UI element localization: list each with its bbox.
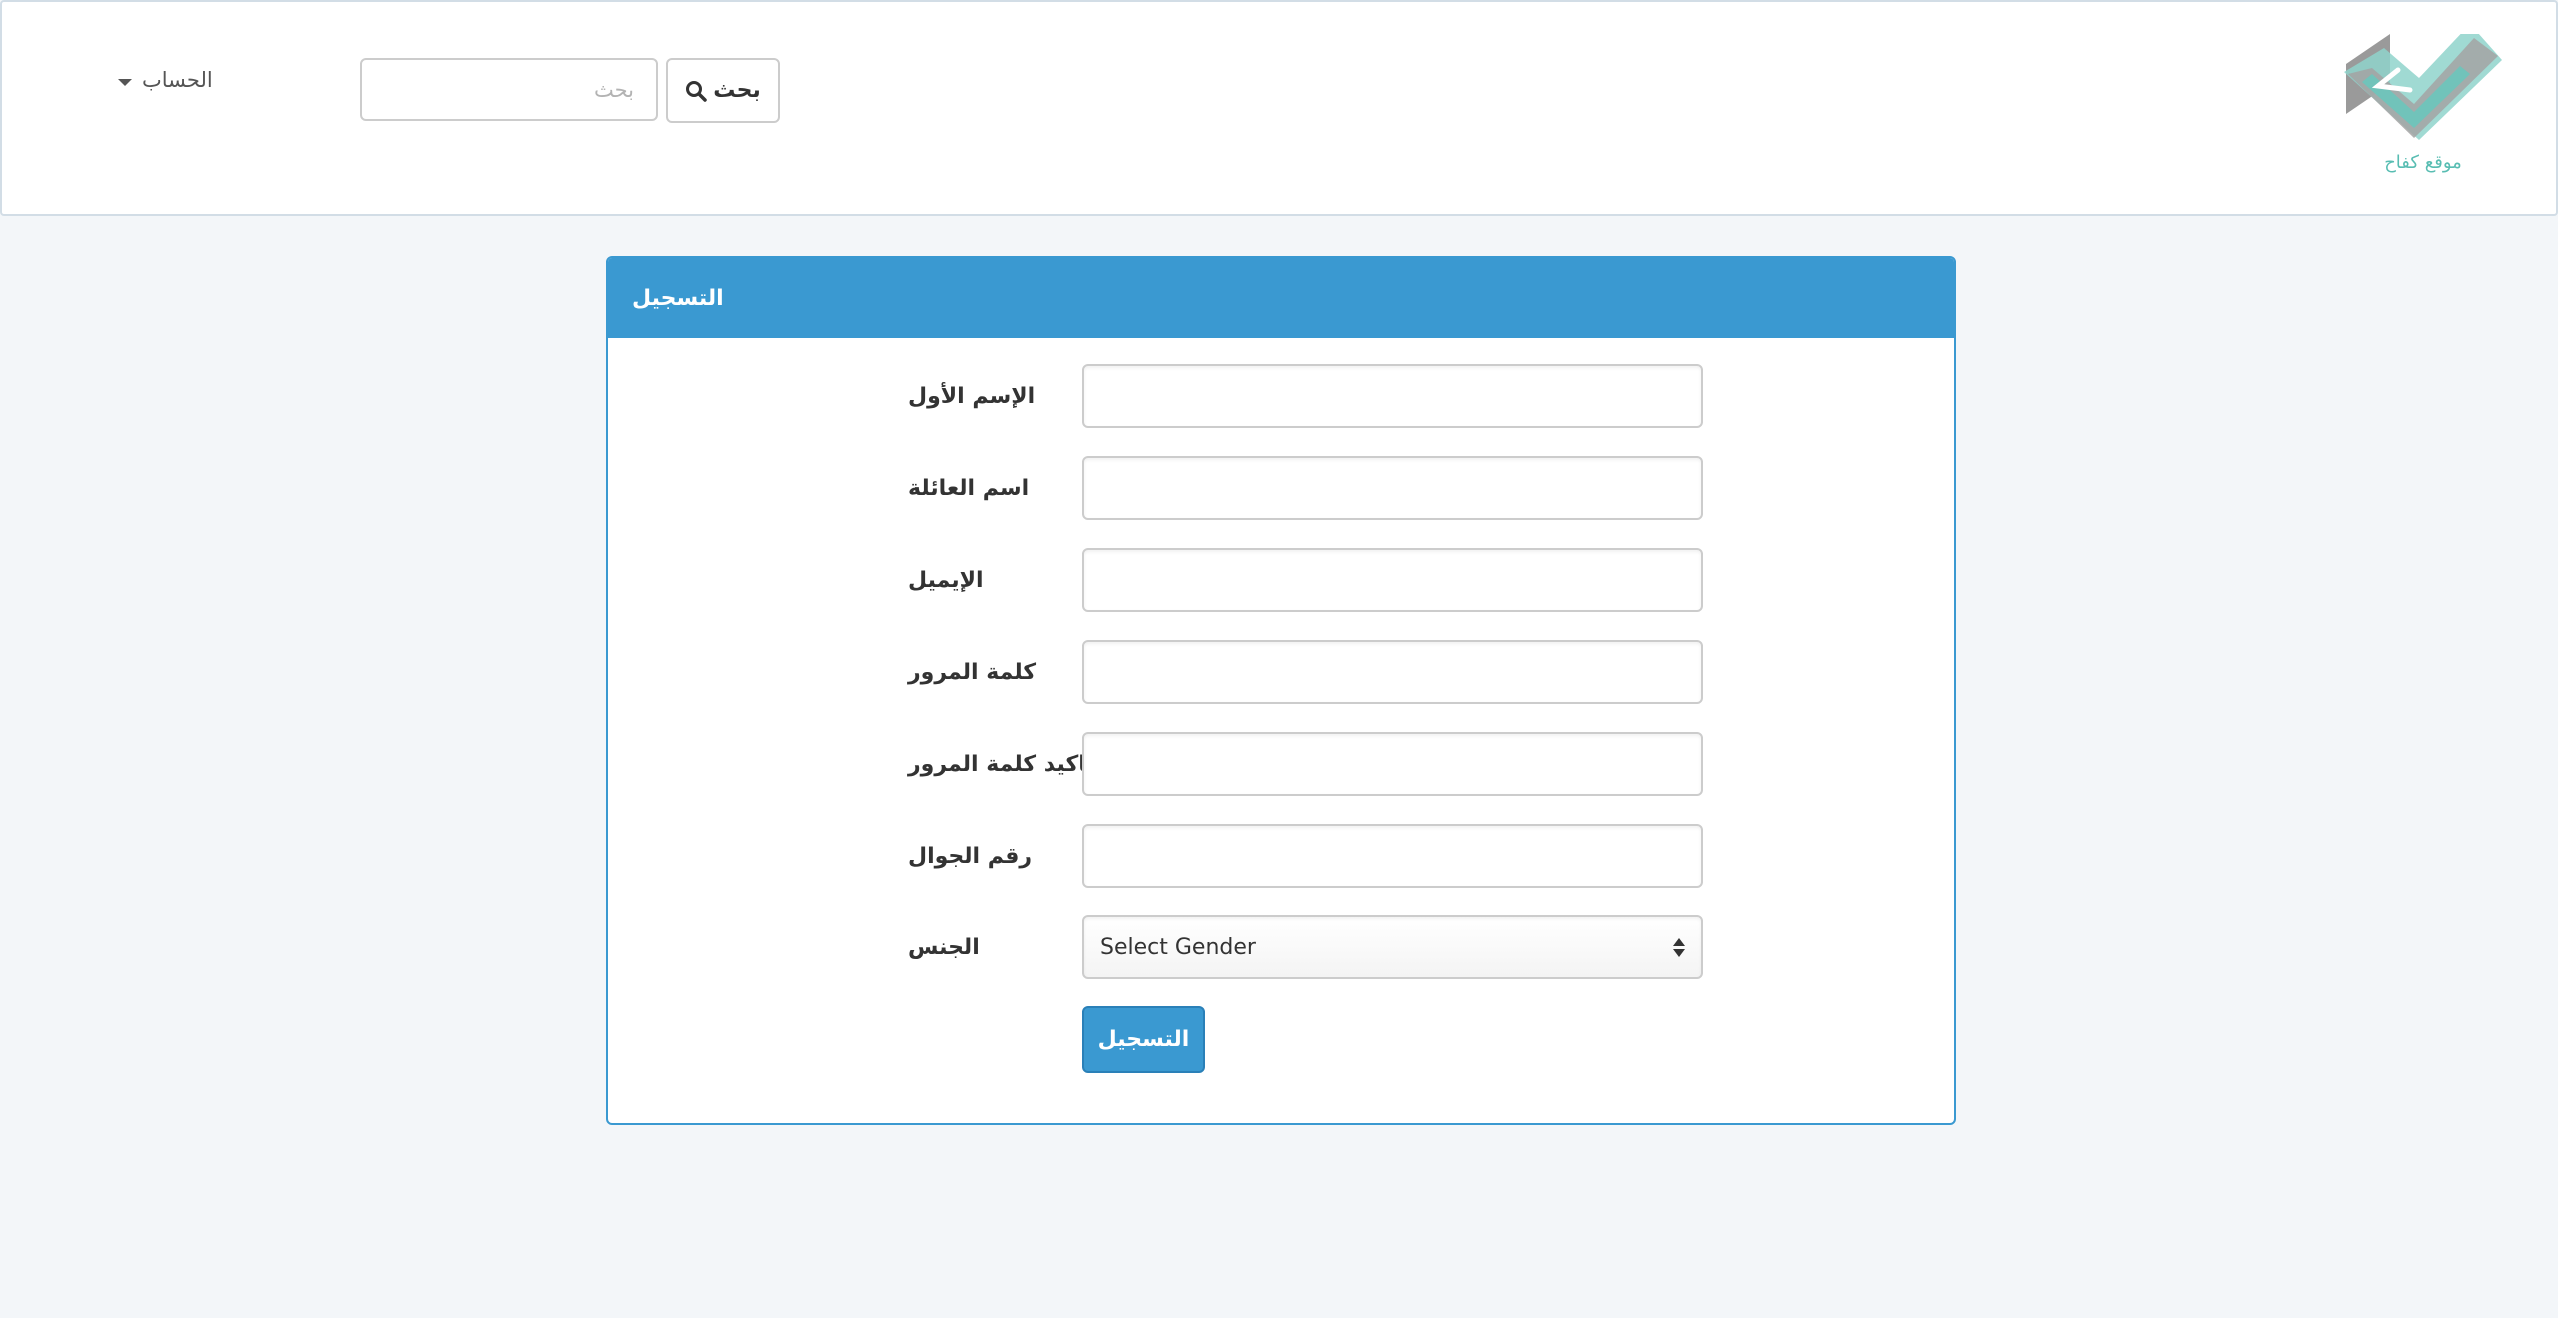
- last-name-row: اسم العائلة: [608, 456, 1954, 520]
- password-input[interactable]: [1082, 640, 1703, 704]
- top-navbar: الحساب بحث موقع كفاح: [0, 0, 2558, 216]
- account-dropdown[interactable]: الحساب: [118, 68, 213, 92]
- mobile-input[interactable]: [1082, 824, 1703, 888]
- email-input[interactable]: [1082, 548, 1703, 612]
- panel-title: التسجيل: [608, 258, 1954, 338]
- email-row: الإيميل: [608, 548, 1954, 612]
- gender-select-value: Select Gender: [1100, 934, 1256, 960]
- register-button[interactable]: التسجيل: [1082, 1006, 1205, 1073]
- gender-row: الجنس Select Gender: [608, 915, 1954, 979]
- search-input[interactable]: [360, 58, 658, 121]
- mobile-row: رقم الجوال: [608, 824, 1954, 888]
- search-icon: [686, 80, 708, 102]
- last-name-input[interactable]: [1082, 456, 1703, 520]
- first-name-input[interactable]: [1082, 364, 1703, 428]
- search-button[interactable]: بحث: [666, 58, 780, 123]
- logo-mark-icon: [2344, 24, 2502, 140]
- gender-select[interactable]: Select Gender: [1082, 915, 1703, 979]
- select-arrows-icon: [1673, 937, 1685, 957]
- registration-panel: التسجيل الإسم الأول اسم العائلة الإيميل …: [606, 256, 1956, 1125]
- caret-down-icon: [118, 78, 132, 86]
- account-label: الحساب: [142, 68, 213, 92]
- confirm-password-row: تاكيد كلمة المرور: [608, 732, 1954, 796]
- logo-caption: موقع كفاح: [2384, 152, 2462, 173]
- search-button-label: بحث: [713, 78, 761, 103]
- first-name-row: الإسم الأول: [608, 364, 1954, 428]
- password-row: كلمة المرور: [608, 640, 1954, 704]
- confirm-password-input[interactable]: [1082, 732, 1703, 796]
- site-logo[interactable]: موقع كفاح: [2338, 24, 2508, 184]
